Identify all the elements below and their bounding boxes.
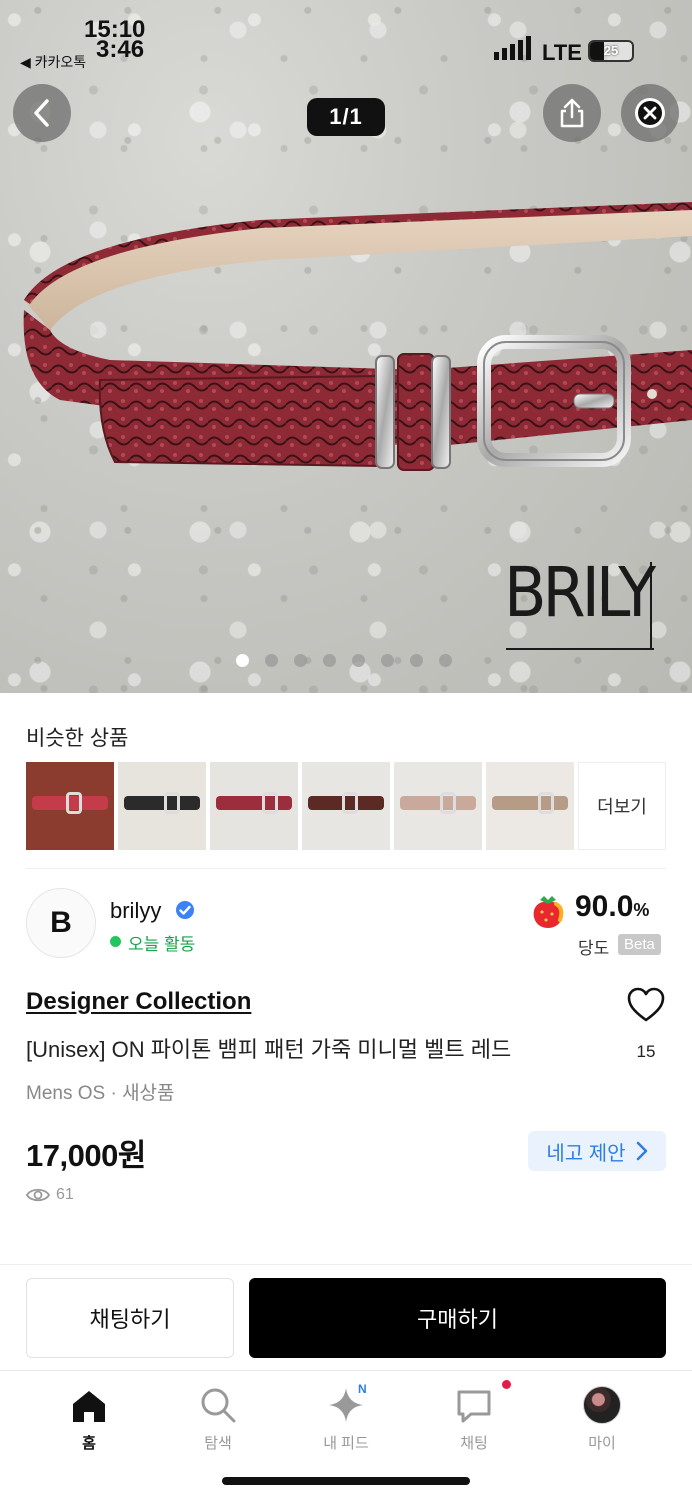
buy-button[interactable]: 구매하기 — [249, 1278, 666, 1358]
tabbar-divider — [0, 1370, 692, 1371]
carousel-dot — [294, 654, 307, 667]
close-icon — [635, 98, 665, 128]
similar-product-thumb[interactable] — [26, 762, 114, 850]
tab-feed[interactable]: N 내 피드 — [296, 1382, 396, 1453]
thumb-buckle — [538, 792, 554, 814]
divider — [0, 1264, 692, 1265]
beta-badge: Beta — [618, 934, 661, 955]
like-count: 15 — [636, 1042, 656, 1061]
signal-icon — [494, 36, 531, 60]
image-counter: 1/1 — [307, 98, 385, 136]
product-meta: Mens OS · 새상품 — [26, 1083, 175, 1104]
chevron-left-icon — [34, 99, 49, 127]
back-button[interactable] — [13, 84, 71, 142]
verified-badge-icon — [176, 901, 194, 919]
thumb-belt — [492, 796, 568, 810]
battery-icon: 25 — [588, 40, 634, 62]
carousel-dot — [439, 654, 452, 667]
tab-home-label: 홈 — [82, 1435, 96, 1452]
thumb-buckle — [440, 792, 456, 814]
tab-feed-label: 내 피드 — [323, 1435, 369, 1452]
thumb-buckle — [262, 792, 278, 814]
share-icon — [560, 98, 584, 128]
negotiate-label: 네고 제안 — [546, 1142, 626, 1165]
sweetness-label: 당도 — [578, 939, 610, 958]
active-status-dot — [110, 936, 121, 947]
similar-product-thumb[interactable] — [302, 762, 390, 850]
tab-search[interactable]: 탐색 — [168, 1384, 268, 1453]
similar-product-thumb[interactable] — [210, 762, 298, 850]
status-time-overlay: 3:46 — [96, 36, 145, 63]
collection-link[interactable]: Designer Collection — [26, 988, 251, 1016]
more-similar-button[interactable]: 더보기 — [578, 762, 666, 850]
status-bar: 15:10 3:46 ◀ 카카오톡 LTE 25 — [0, 14, 692, 70]
negotiate-button[interactable]: 네고 제안 — [528, 1131, 666, 1171]
carousel-dot — [236, 654, 249, 667]
unread-dot — [502, 1380, 511, 1389]
back-to-app-link[interactable]: ◀ 카카오톡 — [20, 52, 86, 72]
thumb-belt — [124, 796, 200, 810]
tab-search-label: 탐색 — [204, 1435, 232, 1452]
brand-watermark: BRILY — [504, 552, 656, 652]
seller-avatar[interactable]: B — [26, 888, 96, 958]
heart-icon[interactable] — [626, 986, 666, 1026]
chat-button[interactable]: 채팅하기 — [26, 1278, 234, 1358]
chat-bubble-icon — [457, 1390, 491, 1423]
tab-home[interactable]: 홈 — [39, 1384, 139, 1453]
home-indicator — [222, 1477, 470, 1485]
sweetness-score: 90.0% — [575, 890, 650, 923]
share-button[interactable] — [543, 84, 601, 142]
new-badge: N — [358, 1382, 367, 1396]
thumb-belt — [216, 796, 292, 810]
product-title: [Unisex] ON 파이톤 뱀피 패턴 가죽 미니멀 벨트 레드 — [26, 1037, 512, 1062]
search-icon — [201, 1388, 236, 1423]
view-count: 61 — [26, 1186, 74, 1204]
belt-photo — [23, 202, 692, 471]
carousel-dots — [236, 654, 452, 667]
profile-avatar — [583, 1386, 621, 1424]
close-button[interactable] — [621, 84, 679, 142]
carousel-dot — [381, 654, 394, 667]
chevron-right-icon — [636, 1141, 647, 1161]
network-label: LTE — [542, 40, 582, 65]
similar-product-thumb[interactable] — [394, 762, 482, 850]
similar-product-thumb[interactable] — [118, 762, 206, 850]
tab-chat[interactable]: 채팅 — [424, 1380, 524, 1453]
seller-name[interactable]: brilyy — [110, 898, 161, 924]
tab-chat-label: 채팅 — [460, 1435, 488, 1452]
thumb-buckle — [164, 792, 180, 814]
carousel-dot — [352, 654, 365, 667]
thumb-belt — [400, 796, 476, 810]
similar-product-thumb[interactable] — [486, 762, 574, 850]
thumb-buckle — [342, 792, 358, 814]
tab-my[interactable]: 마이 — [552, 1384, 652, 1453]
divider — [26, 868, 666, 869]
home-icon — [73, 1391, 105, 1422]
seller-activity: 오늘 활동 — [128, 935, 196, 954]
thumb-buckle — [66, 792, 82, 814]
strawberry-icon — [533, 896, 564, 928]
similar-products-title: 비슷한 상품 — [26, 727, 129, 750]
similar-products-list: 더보기 — [26, 762, 666, 850]
product-image-carousel[interactable]: BRILY 15:10 3:46 ◀ 카카오톡 LTE 25 1/1 — [0, 0, 692, 693]
carousel-dot — [265, 654, 278, 667]
view-count-value: 61 — [56, 1186, 74, 1203]
tab-my-label: 마이 — [588, 1435, 616, 1452]
carousel-dot — [323, 654, 336, 667]
eye-icon — [26, 1188, 50, 1202]
carousel-dot — [410, 654, 423, 667]
product-price: 17,000원 — [26, 1138, 146, 1173]
